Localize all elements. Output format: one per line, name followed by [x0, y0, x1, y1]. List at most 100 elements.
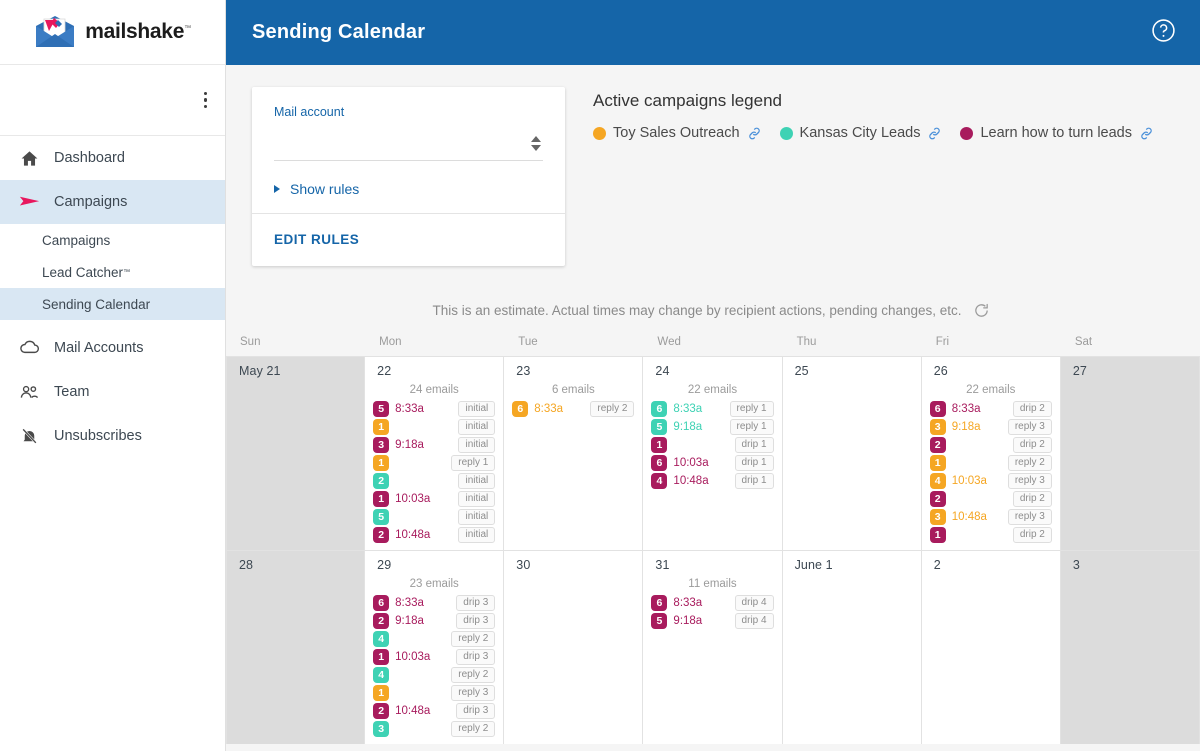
calendar-day-cell[interactable]: 26 22 emails 6 8:33a drip 2 3 9:18a reply 3 2 dri… — [921, 357, 1061, 550]
calendar-event[interactable]: 2 drip 2 — [929, 436, 1052, 454]
calendar-date-label: 29 — [377, 558, 392, 572]
calendar-event[interactable]: 6 8:33a drip 4 — [651, 594, 774, 612]
show-rules-toggle[interactable]: Show rules — [274, 181, 543, 197]
event-step-tag: drip 2 — [1012, 526, 1052, 544]
event-step-tag: drip 4 — [734, 594, 774, 612]
edit-rules-button[interactable]: EDIT RULES — [274, 232, 359, 247]
event-step-tag: reply 1 — [729, 418, 774, 436]
brand-logo[interactable]: mailshake™ — [0, 0, 225, 65]
calendar-day-cell[interactable]: 24 22 emails 6 8:33a reply 1 5 9:18a reply 1 1 dr… — [643, 357, 783, 550]
event-time: 10:03a — [951, 475, 987, 487]
calendar-event[interactable]: 1 10:03a drip 3 — [373, 648, 496, 666]
calendar-day-cell[interactable]: 22 24 emails 5 8:33a initial 1 initial 3 9:18a in… — [365, 357, 505, 550]
event-count-badge: 5 — [373, 509, 390, 525]
calendar-event[interactable]: 2 10:48a drip 3 — [373, 702, 496, 720]
app-root: mailshake™ Dashboard Campaigns Campaigns — [0, 0, 1200, 751]
calendar-event[interactable]: 3 9:18a reply 3 — [929, 418, 1052, 436]
calendar-event[interactable]: 4 10:48a drip 1 — [651, 472, 774, 490]
calendar-day-cell[interactable]: 23 6 emails 6 8:33a reply 2 — [504, 357, 644, 550]
calendar-day-headers: Sun Mon Tue Wed Thu Fri Sat — [226, 336, 1200, 356]
event-step-tag: initial — [458, 526, 496, 544]
sidebar-subitem-sending-calendar[interactable]: Sending Calendar — [0, 288, 225, 320]
calendar-date-label: 31 — [655, 558, 670, 572]
calendar-event[interactable]: 2 drip 2 — [929, 490, 1052, 508]
calendar-day-cell[interactable]: 31 11 emails 6 8:33a drip 4 5 9:18a drip 4 — [643, 551, 783, 744]
calendar-event[interactable]: 6 8:33a reply 1 — [651, 400, 774, 418]
calendar-event[interactable]: 6 8:33a drip 2 — [929, 400, 1052, 418]
calendar-event[interactable]: 1 reply 3 — [373, 684, 496, 702]
calendar-date-label: 26 — [933, 364, 948, 378]
mail-account-select[interactable] — [274, 135, 543, 161]
calendar-event[interactable]: 3 reply 2 — [373, 720, 496, 738]
mail-account-rules-card: Mail account Show rules EDIT RULES — [252, 87, 565, 266]
event-count-badge: 6 — [651, 595, 668, 611]
sidebar-item-unsubscribes[interactable]: Unsubscribes — [0, 414, 225, 458]
sidebar-item-team[interactable]: Team — [0, 370, 225, 414]
calendar-event[interactable]: 4 10:03a reply 3 — [929, 472, 1052, 490]
sidebar-item-label: Campaigns — [54, 194, 128, 210]
event-time: 8:33a — [395, 597, 424, 609]
calendar-event[interactable]: 4 reply 2 — [373, 666, 496, 684]
calendar-event[interactable]: 5 9:18a reply 1 — [651, 418, 774, 436]
event-step-tag: reply 3 — [1007, 508, 1052, 526]
link-icon[interactable] — [747, 126, 762, 141]
sidebar-item-mail-accounts[interactable]: Mail Accounts — [0, 326, 225, 370]
link-icon[interactable] — [1139, 126, 1154, 141]
calendar-event[interactable]: 5 8:33a initial — [373, 400, 496, 418]
calendar-event[interactable]: 6 10:03a drip 1 — [651, 454, 774, 472]
legend-item: Kansas City Leads — [779, 125, 943, 141]
calendar-event[interactable]: 2 initial — [373, 472, 496, 490]
event-step-tag: drip 3 — [456, 648, 496, 666]
event-step-tag: reply 1 — [451, 454, 496, 472]
event-step-tag: reply 3 — [1007, 418, 1052, 436]
calendar-event[interactable]: 6 8:33a drip 3 — [373, 594, 496, 612]
event-count-badge: 6 — [373, 595, 390, 611]
calendar-day-cell[interactable]: June 1 — [782, 551, 922, 744]
calendar-day-cell[interactable]: 29 23 emails 6 8:33a drip 3 2 9:18a drip 3 4 repl… — [365, 551, 505, 744]
calendar-day-cell[interactable]: 27 — [1060, 357, 1200, 550]
calendar-event[interactable]: 2 9:18a drip 3 — [373, 612, 496, 630]
calendar-event[interactable]: 3 9:18a initial — [373, 436, 496, 454]
event-time: 8:33a — [673, 403, 703, 415]
sidebar-subitem-campaigns[interactable]: Campaigns — [0, 224, 225, 256]
sidebar-item-campaigns[interactable]: Campaigns — [0, 180, 225, 224]
calendar-event[interactable]: 1 initial — [373, 418, 496, 436]
sidebar-item-label: Mail Accounts — [54, 340, 144, 356]
calendar-event[interactable]: 4 reply 2 — [373, 630, 496, 648]
calendar-event[interactable]: 5 9:18a drip 4 — [651, 612, 774, 630]
calendar-day-cell[interactable]: 28 — [226, 551, 366, 744]
sidebar-item-label: Dashboard — [54, 150, 125, 166]
calendar-day-cell[interactable]: 25 — [782, 357, 922, 550]
legend-title: Active campaigns legend — [593, 91, 783, 110]
main-content: Sending Calendar Mail account Show rules… — [226, 0, 1200, 751]
link-icon[interactable] — [927, 126, 942, 141]
calendar-day-cell[interactable]: 2 — [921, 551, 1061, 744]
event-count-badge: 4 — [929, 473, 946, 489]
calendar-event[interactable]: 6 8:33a reply 2 — [512, 400, 635, 418]
kebab-menu-icon[interactable] — [198, 86, 214, 115]
calendar-event[interactable]: 1 drip 1 — [651, 436, 774, 454]
event-time: 10:03a — [395, 651, 431, 663]
refresh-icon[interactable] — [973, 302, 990, 319]
event-count-badge: 1 — [929, 527, 946, 543]
calendar-event[interactable]: 1 10:03a initial — [373, 490, 496, 508]
event-count-badge: 5 — [651, 613, 668, 629]
calendar-day-cell[interactable]: 3 — [1060, 551, 1200, 744]
calendar-event[interactable]: 5 initial — [373, 508, 496, 526]
calendar-event[interactable]: 3 10:48a reply 3 — [929, 508, 1052, 526]
sidebar-item-dashboard[interactable]: Dashboard — [0, 136, 225, 180]
calendar-day-cell[interactable]: 30 — [504, 551, 644, 744]
event-step-tag: drip 1 — [734, 472, 774, 490]
send-icon — [18, 191, 40, 213]
calendar-event[interactable]: 1 reply 1 — [373, 454, 496, 472]
event-time: 10:48a — [395, 705, 431, 717]
calendar-event[interactable]: 1 drip 2 — [929, 526, 1052, 544]
event-step-tag: reply 2 — [451, 666, 496, 684]
event-time: 10:48a — [673, 475, 709, 487]
sidebar-subitem-lead-catcher[interactable]: Lead Catcher ™ — [0, 256, 225, 288]
help-circle-icon[interactable] — [1151, 18, 1176, 48]
calendar-event[interactable]: 1 reply 2 — [929, 454, 1052, 472]
calendar-day-cell[interactable]: May 21 — [226, 357, 366, 550]
calendar-day-header: Fri — [935, 336, 950, 348]
calendar-event[interactable]: 2 10:48a initial — [373, 526, 496, 544]
